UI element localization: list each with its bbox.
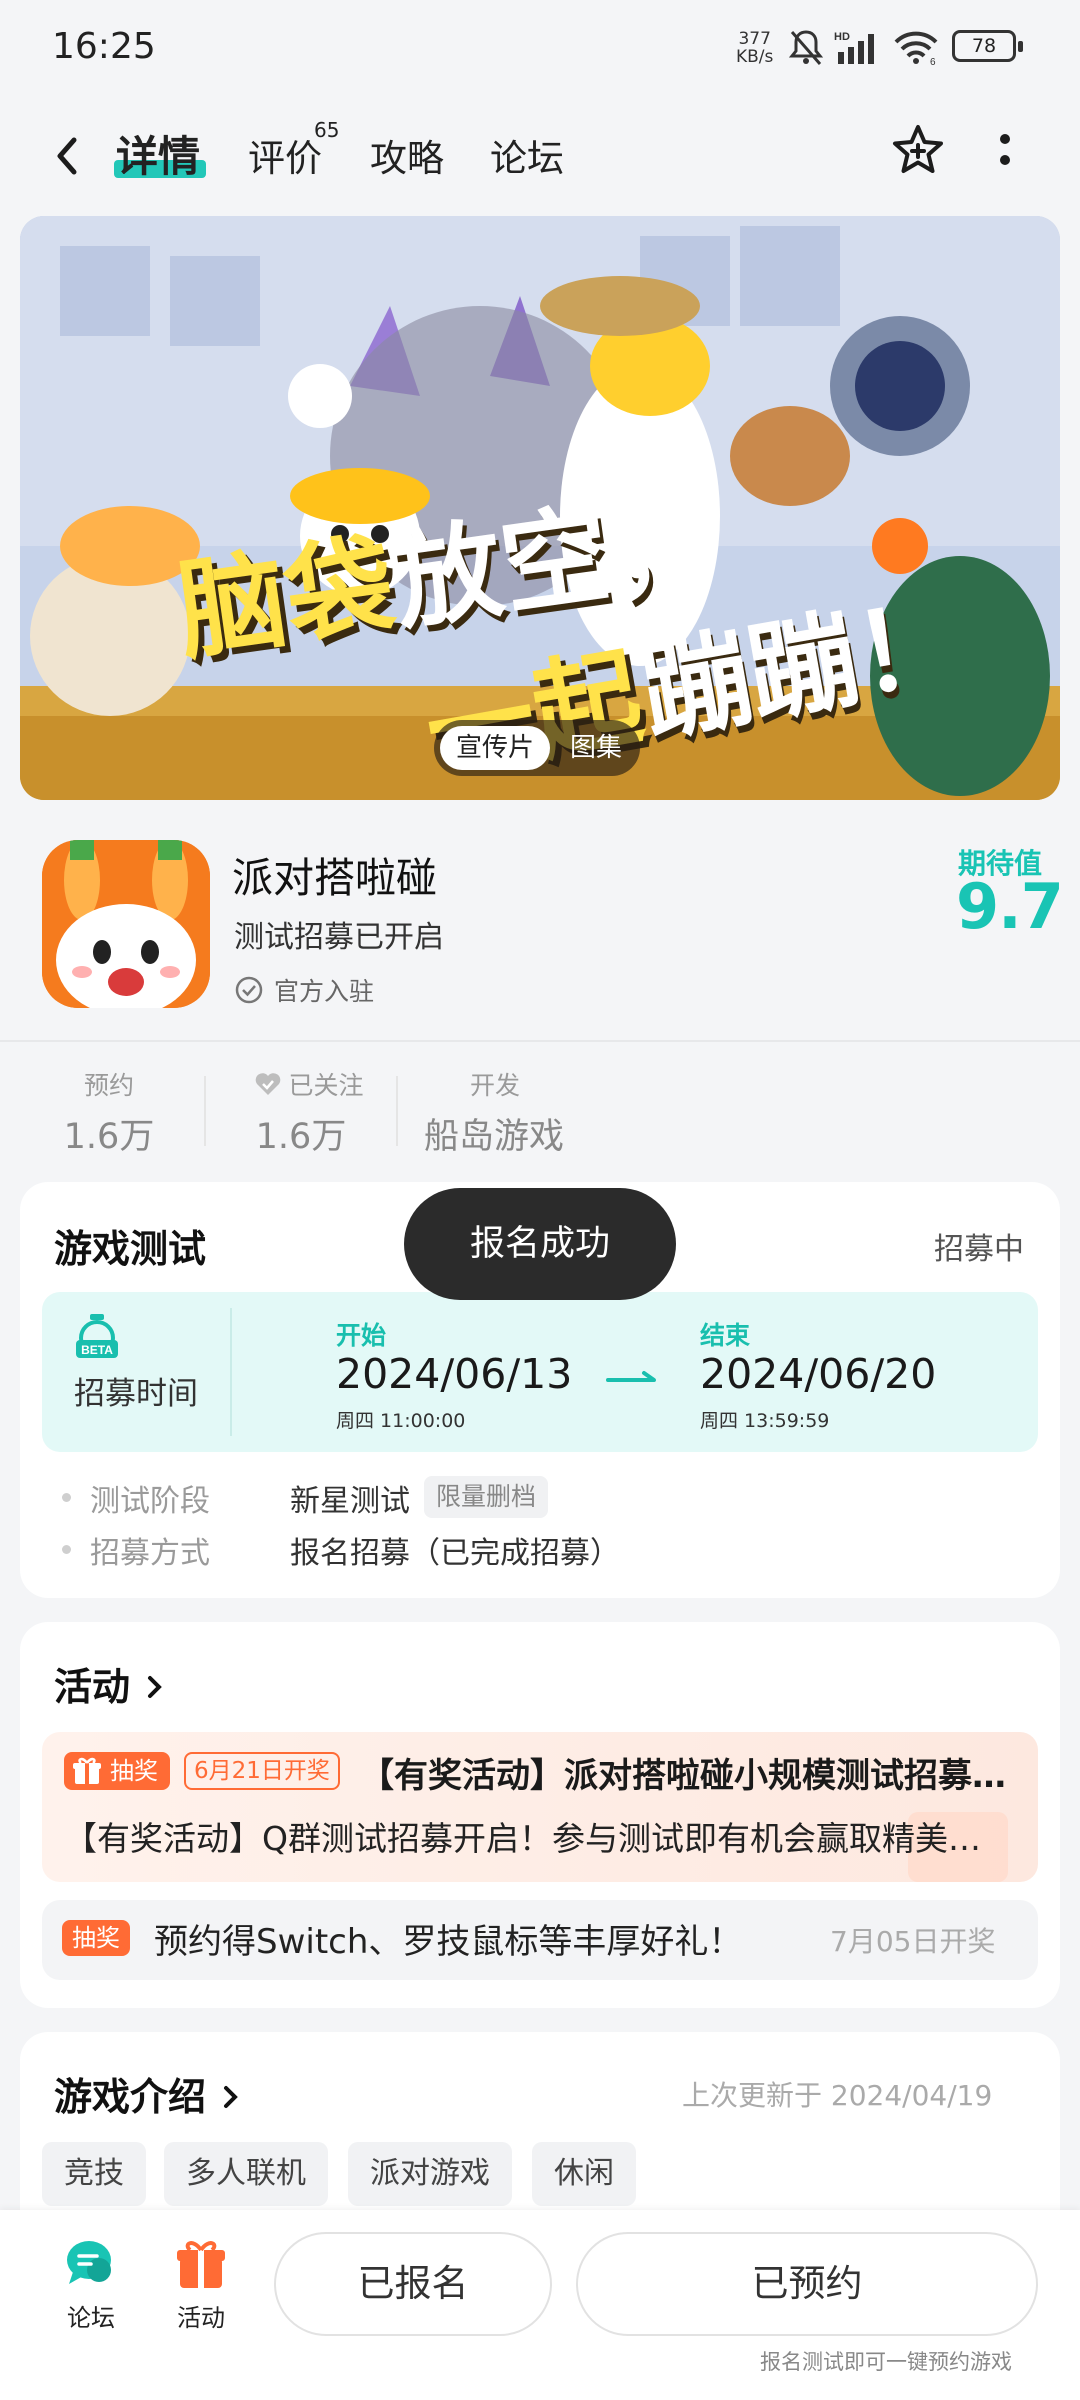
divider — [230, 1308, 232, 1436]
limited-tag: 限量删档 — [424, 1476, 549, 1518]
activity-button[interactable]: 活动 — [166, 2236, 236, 2333]
expect-score: 9.7 — [956, 870, 1064, 943]
draw-date-badge: 6月21日开奖 — [184, 1752, 340, 1790]
tab-detail[interactable]: 详情 — [116, 123, 200, 184]
favorite-star-icon[interactable] — [890, 122, 946, 182]
test-stage-value: 新星测试 — [290, 1484, 410, 1519]
end-label: 结束 — [700, 1321, 751, 1350]
test-stage-label: 测试阶段 — [90, 1484, 210, 1519]
media-tab-gallery[interactable]: 图集 — [556, 726, 636, 770]
chat-bubble-icon — [67, 2241, 111, 2284]
network-speed: 377 KB/s — [736, 30, 773, 66]
stat-follow-text: 已关注 — [288, 1071, 364, 1100]
divider — [0, 1040, 1080, 1042]
intro-title-text: 游戏介绍 — [54, 2075, 207, 2119]
activity-description: 【有奖活动】Q群测试招募开启！参与测试即有机会赢取精美周边 — [64, 1819, 1000, 1858]
game-title: 派对搭啦碰 — [232, 854, 437, 902]
promo-media[interactable]: 脑袋放空， 脑袋 放空， 一起蹦蹦！ 一起 蹦蹦！ — [20, 216, 1060, 800]
check-circle-icon — [235, 976, 263, 1004]
bullet — [62, 1493, 71, 1502]
back-arrow-icon[interactable] — [48, 128, 88, 184]
game-app-icon — [42, 840, 210, 1008]
official-badge: 官方入驻 — [234, 972, 374, 1008]
network-speed-value: 377 — [738, 29, 771, 49]
intro-section-title[interactable]: 游戏介绍 — [54, 2066, 243, 2121]
media-tab-video[interactable]: 宣传片 — [440, 726, 550, 770]
network-speed-unit: KB/s — [736, 47, 774, 67]
toast-message: 报名成功 — [404, 1188, 676, 1300]
last-updated: 上次更新于 2024/04/19 — [682, 2079, 993, 2112]
genre-tag[interactable]: 竞技 — [42, 2142, 146, 2206]
recruit-method-label: 招募方式 — [90, 1536, 210, 1571]
activity-title: 【有奖活动】派对搭啦碰小规模测试招募开启，参与即有机会 — [360, 1756, 1010, 1796]
gift-icon — [177, 2241, 225, 2288]
stat-developer-label: 开发 — [469, 1071, 520, 1100]
more-options-icon[interactable] — [990, 130, 1020, 178]
forum-button[interactable]: 论坛 — [56, 2236, 126, 2333]
forum-label: 论坛 — [67, 2304, 115, 2332]
official-label: 官方入驻 — [274, 977, 375, 1006]
wifi-icon: 6 — [892, 28, 940, 70]
lottery-badge: 抽奖 — [62, 1920, 130, 1956]
registered-button[interactable]: 已报名 — [274, 2232, 552, 2336]
tab-forum[interactable]: 论坛 — [490, 128, 564, 182]
beta-stopwatch-icon: BETA — [72, 1314, 122, 1366]
draw-date: 7月05日开奖 — [830, 1925, 996, 1958]
bullet — [62, 1545, 71, 1554]
recruit-method-value: 报名招募（已完成招募） — [290, 1536, 620, 1571]
start-weekday-time: 周四 11:00:00 — [336, 1410, 466, 1432]
start-label: 开始 — [336, 1321, 387, 1350]
genre-tag[interactable]: 多人联机 — [164, 2142, 328, 2206]
activity-section-title[interactable]: 活动 — [54, 1656, 167, 1711]
reserved-button[interactable]: 已预约 — [576, 2232, 1038, 2336]
mute-bell-icon — [788, 28, 824, 72]
tab-reviews[interactable]: 评价 — [248, 128, 322, 182]
stat-reserve-label: 预约 — [83, 1071, 134, 1100]
test-section-title: 游戏测试 — [54, 1227, 207, 1271]
chevron-right-icon — [224, 2086, 239, 2108]
review-count-badge: 65 — [314, 118, 340, 142]
genre-tag[interactable]: 休闲 — [532, 2142, 636, 2206]
right-arrow-icon — [606, 1370, 658, 1390]
activity-label: 活动 — [177, 2304, 225, 2332]
end-weekday-time: 周四 13:59:59 — [700, 1410, 830, 1432]
promo-artwork: 脑袋放空， 脑袋 放空， 一起蹦蹦！ 一起 蹦蹦！ — [20, 216, 1060, 800]
divider — [204, 1076, 206, 1146]
battery-indicator: 78 — [952, 30, 1023, 62]
end-date: 2024/06/20 — [700, 1350, 937, 1398]
stat-reserve-value: 1.6万 — [63, 1117, 155, 1157]
test-status: 招募中 — [934, 1232, 1024, 1267]
svg-text:6: 6 — [930, 57, 936, 66]
start-date: 2024/06/13 — [336, 1350, 573, 1398]
svg-text:HD: HD — [834, 31, 850, 43]
recruit-time-label: 招募时间 — [74, 1376, 198, 1412]
tab-guides[interactable]: 攻略 — [370, 128, 444, 182]
beta-icon-text: BETA — [81, 1343, 113, 1357]
activity-title-text: 活动 — [54, 1665, 131, 1709]
activity-text: 预约得Switch、罗技鼠标等丰厚好礼！ — [154, 1922, 743, 1962]
stat-follow-label: 已关注 — [244, 1066, 374, 1102]
heart-check-icon — [256, 1073, 281, 1095]
status-time: 16:25 — [52, 26, 156, 67]
reserve-hint: 报名测试即可一键预约游戏 — [760, 2350, 1012, 2374]
genre-tag[interactable]: 派对游戏 — [348, 2142, 512, 2206]
game-subtitle: 测试招募已开启 — [234, 920, 444, 955]
chevron-right-icon — [148, 1676, 163, 1698]
cell-signal-icon: HD — [834, 30, 882, 70]
stat-follow-value: 1.6万 — [255, 1117, 347, 1157]
stat-developer-value[interactable]: 船岛游戏 — [424, 1108, 564, 1159]
gift-icon — [72, 1756, 102, 1790]
divider — [396, 1076, 398, 1146]
